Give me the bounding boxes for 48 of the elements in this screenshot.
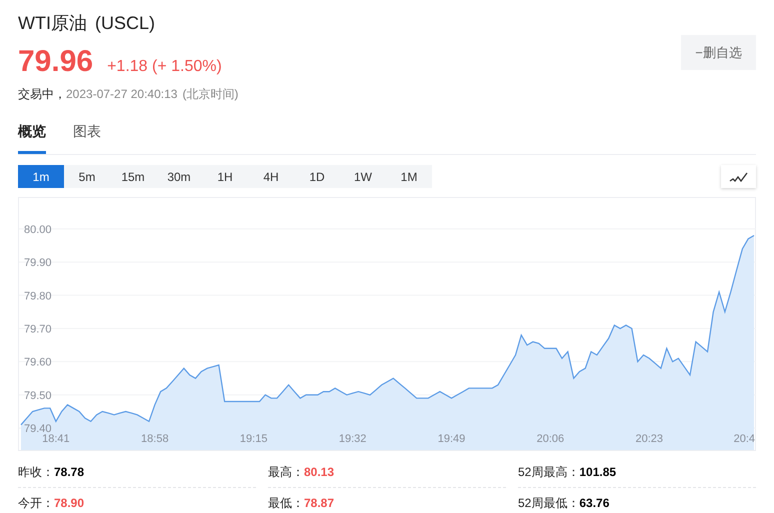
period-button[interactable]: 1H	[202, 165, 248, 188]
instrument-name: WTI原油	[18, 12, 87, 35]
y-axis-label: 79.60	[24, 356, 52, 369]
x-axis-label: 20:4	[734, 433, 755, 445]
y-axis-label: 79.50	[24, 390, 52, 402]
stat-value: 78.90	[54, 495, 84, 512]
y-axis-label: 79.80	[24, 290, 52, 302]
y-axis-label: 79.40	[24, 423, 52, 436]
stat-label: 昨收：	[18, 464, 54, 481]
timezone: (北京时间)	[182, 86, 238, 103]
remove-watchlist-button[interactable]: −删自选	[681, 35, 756, 70]
timestamp: 2023-07-27 20:40:13	[66, 86, 178, 103]
x-axis-label: 20:23	[636, 433, 664, 445]
period-button[interactable]: 15m	[110, 165, 156, 188]
tab[interactable]: 图表	[73, 121, 101, 154]
stat-value: 78.87	[304, 495, 334, 512]
instrument-code: (USCL)	[95, 12, 156, 35]
stat-label: 52周最高：	[518, 464, 580, 481]
y-axis-label: 80.00	[24, 224, 52, 236]
chart-type-button[interactable]	[721, 165, 756, 188]
stat-label: 最低：	[268, 495, 304, 512]
line-chart-icon	[728, 170, 748, 182]
stat-value: 101.85	[579, 464, 616, 481]
price-change: +1.18 (+ 1.50%)	[107, 57, 222, 77]
trading-status: 交易中，	[18, 86, 66, 103]
period-button[interactable]: 1D	[294, 165, 340, 188]
period-button[interactable]: 1M	[386, 165, 432, 188]
stat-value: 78.78	[54, 464, 84, 481]
y-axis-label: 79.70	[24, 323, 52, 336]
x-axis-label: 19:49	[438, 433, 466, 445]
x-axis-label: 19:15	[240, 433, 268, 445]
stat-label: 今开：	[18, 495, 54, 512]
period-button[interactable]: 30m	[156, 165, 202, 188]
price: 79.96	[18, 44, 94, 80]
stat-label: 最高：	[268, 464, 304, 481]
x-axis-label: 19:32	[338, 433, 366, 445]
period-button[interactable]: 1m	[18, 165, 64, 188]
y-axis-label: 79.90	[24, 257, 52, 270]
period-button[interactable]: 4H	[248, 165, 294, 188]
period-button[interactable]: 5m	[64, 165, 110, 188]
x-axis-label: 18:58	[141, 433, 169, 445]
stat-label: 52周最低：	[518, 495, 580, 512]
x-axis-label: 20:06	[536, 433, 564, 445]
x-axis-label: 18:41	[42, 433, 70, 445]
tab[interactable]: 概览	[18, 121, 46, 154]
stat-value: 80.13	[304, 464, 334, 481]
period-button[interactable]: 1W	[340, 165, 386, 188]
stat-value: 63.76	[579, 495, 610, 512]
